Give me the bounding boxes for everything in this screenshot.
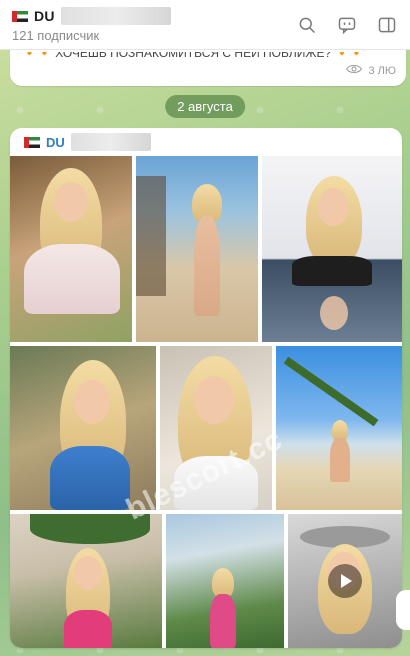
- play-video-icon[interactable]: [328, 564, 362, 598]
- views-eye-icon: [346, 63, 363, 78]
- album-photo-2[interactable]: [136, 156, 258, 342]
- redacted-name: [60, 7, 171, 25]
- uae-flag-icon: [24, 136, 40, 148]
- channel-name: DU: [34, 8, 55, 24]
- album-photo-7[interactable]: [10, 514, 162, 648]
- channel-info[interactable]: DU 121 подписчик: [12, 6, 294, 43]
- comments-icon[interactable]: [334, 12, 360, 38]
- previous-message-time: 3 ЛЮ: [368, 64, 396, 77]
- share-button[interactable]: [396, 590, 410, 630]
- redacted-author: [70, 133, 151, 151]
- album-photo-3[interactable]: [262, 156, 402, 342]
- date-separator: 2 августа: [165, 95, 245, 118]
- album-photo-4[interactable]: [10, 346, 156, 510]
- sidebar-toggle-icon[interactable]: [374, 12, 400, 38]
- album-video-9[interactable]: [288, 514, 402, 648]
- search-icon[interactable]: [294, 12, 320, 38]
- album-photo-8[interactable]: [166, 514, 284, 648]
- subscriber-count: 121 подписчик: [12, 28, 100, 43]
- message-author[interactable]: DU: [46, 135, 65, 150]
- album-message[interactable]: DU blescort.cc: [10, 128, 402, 648]
- album-photo-1[interactable]: [10, 156, 132, 342]
- album-photo-6[interactable]: [276, 346, 402, 510]
- channel-header[interactable]: DU 121 подписчик: [0, 0, 410, 50]
- uae-flag-icon: [12, 10, 28, 22]
- album-photo-5[interactable]: [160, 346, 272, 510]
